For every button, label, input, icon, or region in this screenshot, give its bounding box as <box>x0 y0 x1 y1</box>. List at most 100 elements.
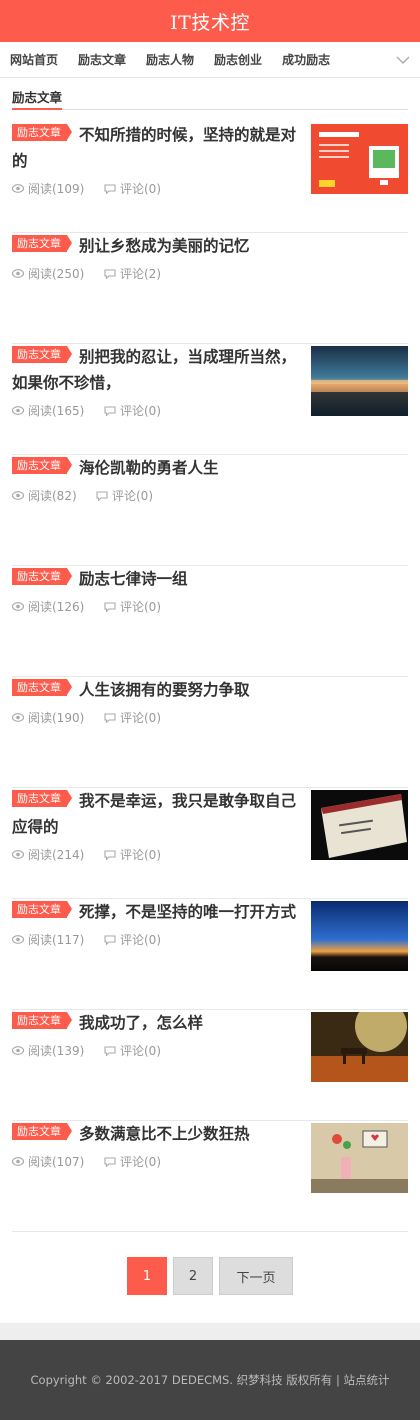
nav-item-articles[interactable]: 励志文章 <box>78 51 126 68</box>
comment-count: 评论(2) <box>104 265 161 282</box>
comment-icon <box>104 1156 116 1167</box>
article-meta: 阅读(126) 评论(0) <box>12 598 408 615</box>
eye-icon <box>12 184 24 193</box>
footer-text: Copyright © 2002-2017 DEDECMS. 织梦科技 版权所有… <box>30 1373 390 1387</box>
footer: Copyright © 2002-2017 DEDECMS. 织梦科技 版权所有… <box>0 1340 420 1420</box>
view-count: 阅读(107) <box>12 1153 104 1170</box>
top-header: IT技术控 <box>0 0 420 42</box>
article-item: 励志文章 别把我的忍让，当成理所当然，如果你不珍惜， 阅读(165) 评论(0) <box>12 344 408 455</box>
view-count: 阅读(117) <box>12 931 104 948</box>
chevron-down-icon[interactable] <box>396 53 410 67</box>
nav-item-success[interactable]: 成功励志 <box>282 51 330 68</box>
comment-count: 评论(0) <box>104 1042 161 1059</box>
category-tag[interactable]: 励志文章 <box>12 679 72 696</box>
category-tag[interactable]: 励志文章 <box>12 790 72 807</box>
comment-icon <box>96 490 108 501</box>
eye-icon <box>12 1157 24 1166</box>
article-item: 励志文章 别让乡愁成为美丽的记忆 阅读(250) 评论(2) <box>12 233 408 344</box>
article-thumbnail[interactable] <box>311 124 408 194</box>
category-tag[interactable]: 励志文章 <box>12 901 72 918</box>
comment-count-text: 评论(0) <box>120 404 161 418</box>
category-tag[interactable]: 励志文章 <box>12 346 72 363</box>
eye-icon <box>12 850 24 859</box>
view-count-text: 阅读(117) <box>28 933 85 947</box>
category-tag[interactable]: 励志文章 <box>12 1012 72 1029</box>
section-title: 励志文章 <box>12 90 63 110</box>
view-count-text: 阅读(82) <box>28 489 77 503</box>
view-count-text: 阅读(165) <box>28 404 85 418</box>
nav-item-startup[interactable]: 励志创业 <box>214 51 262 68</box>
article-item: 励志文章 我不是幸运，我只是敢争取自己应得的 阅读(214) 评论(0) <box>12 788 408 899</box>
article-thumbnail[interactable] <box>311 1123 408 1193</box>
view-count: 阅读(165) <box>12 402 104 419</box>
article-item: 励志文章 人生该拥有的要努力争取 阅读(190) 评论(0) <box>12 677 408 788</box>
comment-count-text: 评论(0) <box>120 1044 161 1058</box>
article-list: 励志文章 不知所措的时候，坚持的就是对的 阅读(109) 评论(0) 励志文章 … <box>0 122 420 1232</box>
comment-count-text: 评论(0) <box>120 1155 161 1169</box>
article-meta: 阅读(190) 评论(0) <box>12 709 408 726</box>
page-2-button[interactable]: 2 <box>173 1257 213 1295</box>
comment-icon <box>104 268 116 279</box>
view-count: 阅读(190) <box>12 709 104 726</box>
article-item: 励志文章 死撑，不是坚持的唯一打开方式 阅读(117) 评论(0) <box>12 899 408 1010</box>
article-meta: 阅读(250) 评论(2) <box>12 265 408 282</box>
comment-count-text: 评论(0) <box>112 489 153 503</box>
comment-count-text: 评论(0) <box>120 182 161 196</box>
view-count-text: 阅读(250) <box>28 267 85 281</box>
category-tag[interactable]: 励志文章 <box>12 124 72 141</box>
article-item: 励志文章 我成功了，怎么样 阅读(139) 评论(0) <box>12 1010 408 1121</box>
view-count: 阅读(82) <box>12 487 96 504</box>
category-tag[interactable]: 励志文章 <box>12 1123 72 1140</box>
comment-count: 评论(0) <box>104 598 161 615</box>
view-count: 阅读(126) <box>12 598 104 615</box>
comment-count-text: 评论(0) <box>120 848 161 862</box>
pagination: 1 2 下一页 <box>0 1257 420 1295</box>
view-count: 阅读(250) <box>12 265 104 282</box>
article-thumbnail[interactable] <box>311 790 408 860</box>
article-meta: 阅读(82) 评论(0) <box>12 487 408 504</box>
comment-count: 评论(0) <box>104 931 161 948</box>
comment-count: 评论(0) <box>104 180 161 197</box>
view-count-text: 阅读(107) <box>28 1155 85 1169</box>
view-count-text: 阅读(190) <box>28 711 85 725</box>
view-count-text: 阅读(214) <box>28 848 85 862</box>
article-item: 励志文章 励志七律诗一组 阅读(126) 评论(0) <box>12 566 408 677</box>
eye-icon <box>12 491 24 500</box>
article-thumbnail[interactable] <box>311 1012 408 1082</box>
comment-count: 评论(0) <box>104 709 161 726</box>
eye-icon <box>12 602 24 611</box>
view-count: 阅读(214) <box>12 846 104 863</box>
category-tag[interactable]: 励志文章 <box>12 457 72 474</box>
view-count-text: 阅读(139) <box>28 1044 85 1058</box>
comment-count-text: 评论(0) <box>120 711 161 725</box>
article-thumbnail[interactable] <box>311 901 408 971</box>
article-item: 励志文章 多数满意比不上少数狂热 阅读(107) 评论(0) <box>12 1121 408 1232</box>
comment-count-text: 评论(2) <box>120 267 161 281</box>
eye-icon <box>12 713 24 722</box>
comment-icon <box>104 183 116 194</box>
footer-divider <box>0 1323 420 1340</box>
site-title: IT技术控 <box>170 11 250 34</box>
page-1-button[interactable]: 1 <box>127 1257 167 1295</box>
comment-count: 评论(0) <box>104 1153 161 1170</box>
comment-icon <box>104 712 116 723</box>
comment-count: 评论(0) <box>104 846 161 863</box>
comment-icon <box>104 1045 116 1056</box>
article-item: 励志文章 不知所措的时候，坚持的就是对的 阅读(109) 评论(0) <box>12 122 408 233</box>
view-count-text: 阅读(109) <box>28 182 85 196</box>
next-page-button[interactable]: 下一页 <box>219 1257 293 1295</box>
eye-icon <box>12 406 24 415</box>
comment-count: 评论(0) <box>96 487 153 504</box>
article-thumbnail[interactable] <box>311 346 408 416</box>
eye-icon <box>12 269 24 278</box>
category-tag[interactable]: 励志文章 <box>12 568 72 585</box>
category-tag[interactable]: 励志文章 <box>12 235 72 252</box>
section-header: 励志文章 <box>12 90 408 110</box>
nav-item-people[interactable]: 励志人物 <box>146 51 194 68</box>
nav-item-home[interactable]: 网站首页 <box>10 51 58 68</box>
comment-count-text: 评论(0) <box>120 600 161 614</box>
comment-icon <box>104 934 116 945</box>
view-count: 阅读(109) <box>12 180 104 197</box>
comment-icon <box>104 601 116 612</box>
main-nav: 网站首页 励志文章 励志人物 励志创业 成功励志 <box>0 42 420 78</box>
